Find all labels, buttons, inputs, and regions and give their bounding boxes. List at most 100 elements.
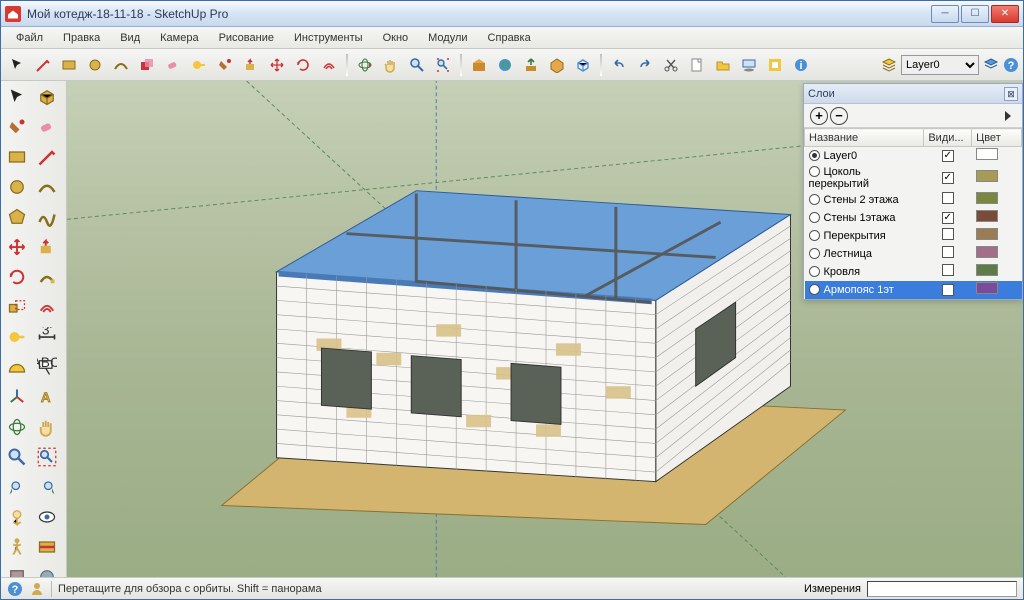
layer-color-swatch[interactable] bbox=[976, 192, 998, 204]
palette-plugin1-icon[interactable] bbox=[3, 563, 31, 577]
palette-freehand-icon[interactable] bbox=[33, 203, 61, 231]
layer-active-radio[interactable] bbox=[809, 194, 820, 205]
palette-plugin2-icon[interactable] bbox=[33, 563, 61, 577]
tool-info-icon[interactable]: i bbox=[789, 53, 813, 77]
layer-active-radio[interactable] bbox=[809, 248, 820, 259]
palette-camera-icon[interactable] bbox=[3, 503, 31, 531]
palette-paint-icon[interactable] bbox=[3, 113, 31, 141]
palette-prev-icon[interactable] bbox=[3, 473, 31, 501]
tool-3dwh-icon[interactable] bbox=[545, 53, 569, 77]
palette-walk-icon[interactable] bbox=[3, 533, 31, 561]
tool-open-icon[interactable] bbox=[711, 53, 735, 77]
layer-visible-checkbox[interactable] bbox=[942, 264, 954, 276]
layer-visible-checkbox[interactable] bbox=[942, 246, 954, 258]
tool-upload-icon[interactable] bbox=[519, 53, 543, 77]
tool-rect-icon[interactable] bbox=[57, 53, 81, 77]
tool-component-icon[interactable] bbox=[135, 53, 159, 77]
tool-offset-icon[interactable] bbox=[317, 53, 341, 77]
minimize-button[interactable]: ─ bbox=[931, 5, 959, 23]
tool-cut-icon[interactable] bbox=[659, 53, 683, 77]
layer-row[interactable]: Кровля bbox=[805, 263, 1022, 281]
palette-rect-icon[interactable] bbox=[3, 143, 31, 171]
palette-eraser-icon[interactable] bbox=[33, 113, 61, 141]
layer-active-radio[interactable] bbox=[809, 150, 820, 161]
palette-zoomext-icon[interactable] bbox=[33, 443, 61, 471]
menu-edit[interactable]: Правка bbox=[54, 30, 109, 46]
palette-section-icon[interactable] bbox=[33, 533, 61, 561]
palette-orbit-icon[interactable] bbox=[3, 413, 31, 441]
palette-offset-icon[interactable] bbox=[33, 293, 61, 321]
palette-move-icon[interactable] bbox=[3, 233, 31, 261]
layer-color-swatch[interactable] bbox=[976, 264, 998, 276]
remove-layer-button[interactable]: − bbox=[830, 107, 848, 125]
layer-visible-checkbox[interactable] bbox=[942, 228, 954, 240]
palette-tape-icon[interactable] bbox=[3, 323, 31, 351]
palette-arc-icon[interactable] bbox=[33, 173, 61, 201]
tool-arc-icon[interactable] bbox=[109, 53, 133, 77]
tool-pushpull-icon[interactable] bbox=[239, 53, 263, 77]
menu-window[interactable]: Окно bbox=[374, 30, 418, 46]
maximize-button[interactable]: ☐ bbox=[961, 5, 989, 23]
palette-look-icon[interactable] bbox=[33, 503, 61, 531]
layers-panel-close-icon[interactable]: ⊠ bbox=[1004, 87, 1018, 101]
palette-polygon-icon[interactable] bbox=[3, 203, 31, 231]
palette-text-icon[interactable]: ABC bbox=[33, 353, 61, 381]
layer-row[interactable]: Стены 1этажа✓ bbox=[805, 209, 1022, 227]
layer-dropdown[interactable]: Layer0 bbox=[901, 55, 979, 75]
menu-tools[interactable]: Инструменты bbox=[285, 30, 372, 46]
close-button[interactable]: ✕ bbox=[991, 5, 1019, 23]
tool-paint-icon[interactable] bbox=[213, 53, 237, 77]
palette-pan-icon[interactable] bbox=[33, 413, 61, 441]
layer-row[interactable]: Перекрытия bbox=[805, 227, 1022, 245]
tool-shadow-icon[interactable] bbox=[737, 53, 761, 77]
layer-active-radio[interactable] bbox=[809, 166, 820, 177]
layers-col-color[interactable]: Цвет bbox=[972, 129, 1022, 147]
tool-zoom-extents-icon[interactable] bbox=[431, 53, 455, 77]
layer-visible-checkbox[interactable]: ✓ bbox=[942, 150, 954, 162]
layer-active-radio[interactable] bbox=[809, 266, 820, 277]
layers-col-name[interactable]: Название bbox=[805, 129, 924, 147]
palette-dimension-icon[interactable]: 3' bbox=[33, 323, 61, 351]
layer-color-swatch[interactable] bbox=[976, 170, 998, 182]
menu-file[interactable]: Файл bbox=[7, 30, 52, 46]
menu-camera[interactable]: Камера bbox=[151, 30, 207, 46]
palette-circle-icon[interactable] bbox=[3, 173, 31, 201]
layer-visible-checkbox[interactable]: ✓ bbox=[942, 172, 954, 184]
menu-plugins[interactable]: Модули bbox=[419, 30, 476, 46]
tool-select-icon[interactable] bbox=[5, 53, 29, 77]
menu-help[interactable]: Справка bbox=[479, 30, 540, 46]
palette-followme-icon[interactable] bbox=[33, 263, 61, 291]
tool-tape-icon[interactable] bbox=[187, 53, 211, 77]
palette-zoom-icon[interactable] bbox=[3, 443, 31, 471]
layer-visible-checkbox[interactable]: ✓ bbox=[942, 212, 954, 224]
layer-color-swatch[interactable] bbox=[976, 148, 998, 160]
tool-earth-icon[interactable] bbox=[493, 53, 517, 77]
tool-circle-icon[interactable] bbox=[83, 53, 107, 77]
viewport-3d[interactable]: Слои ⊠ + − Название Види... Цвет Layer0✓… bbox=[67, 81, 1023, 577]
tool-new-icon[interactable] bbox=[685, 53, 709, 77]
layer-active-radio[interactable] bbox=[809, 230, 820, 241]
measurements-input[interactable] bbox=[867, 581, 1017, 597]
layer-color-swatch[interactable] bbox=[976, 282, 998, 294]
layer-row[interactable]: Лестница bbox=[805, 245, 1022, 263]
layer-row[interactable]: Армопояс 1эт✓ bbox=[805, 281, 1022, 299]
tool-orbit-icon[interactable] bbox=[353, 53, 377, 77]
palette-line-icon[interactable] bbox=[33, 143, 61, 171]
menu-view[interactable]: Вид bbox=[111, 30, 149, 46]
layer-visible-checkbox[interactable]: ✓ bbox=[942, 284, 954, 296]
tool-zoom-icon[interactable] bbox=[405, 53, 429, 77]
help-icon[interactable]: ? bbox=[1003, 57, 1019, 73]
layer-row[interactable]: Стены 2 этажа bbox=[805, 191, 1022, 209]
tool-line-icon[interactable] bbox=[31, 53, 55, 77]
tool-iso-icon[interactable] bbox=[571, 53, 595, 77]
palette-component-icon[interactable] bbox=[33, 83, 61, 111]
tool-style-icon[interactable] bbox=[763, 53, 787, 77]
tool-rotate-icon[interactable] bbox=[291, 53, 315, 77]
tool-warehouse-get-icon[interactable] bbox=[467, 53, 491, 77]
layers-col-visible[interactable]: Види... bbox=[924, 129, 972, 147]
layers-options-icon[interactable] bbox=[983, 57, 999, 73]
layer-active-radio[interactable] bbox=[809, 284, 820, 295]
layers-menu-icon[interactable] bbox=[1000, 108, 1016, 124]
tool-eraser-icon[interactable] bbox=[161, 53, 185, 77]
layer-row[interactable]: Layer0✓ bbox=[805, 147, 1022, 165]
